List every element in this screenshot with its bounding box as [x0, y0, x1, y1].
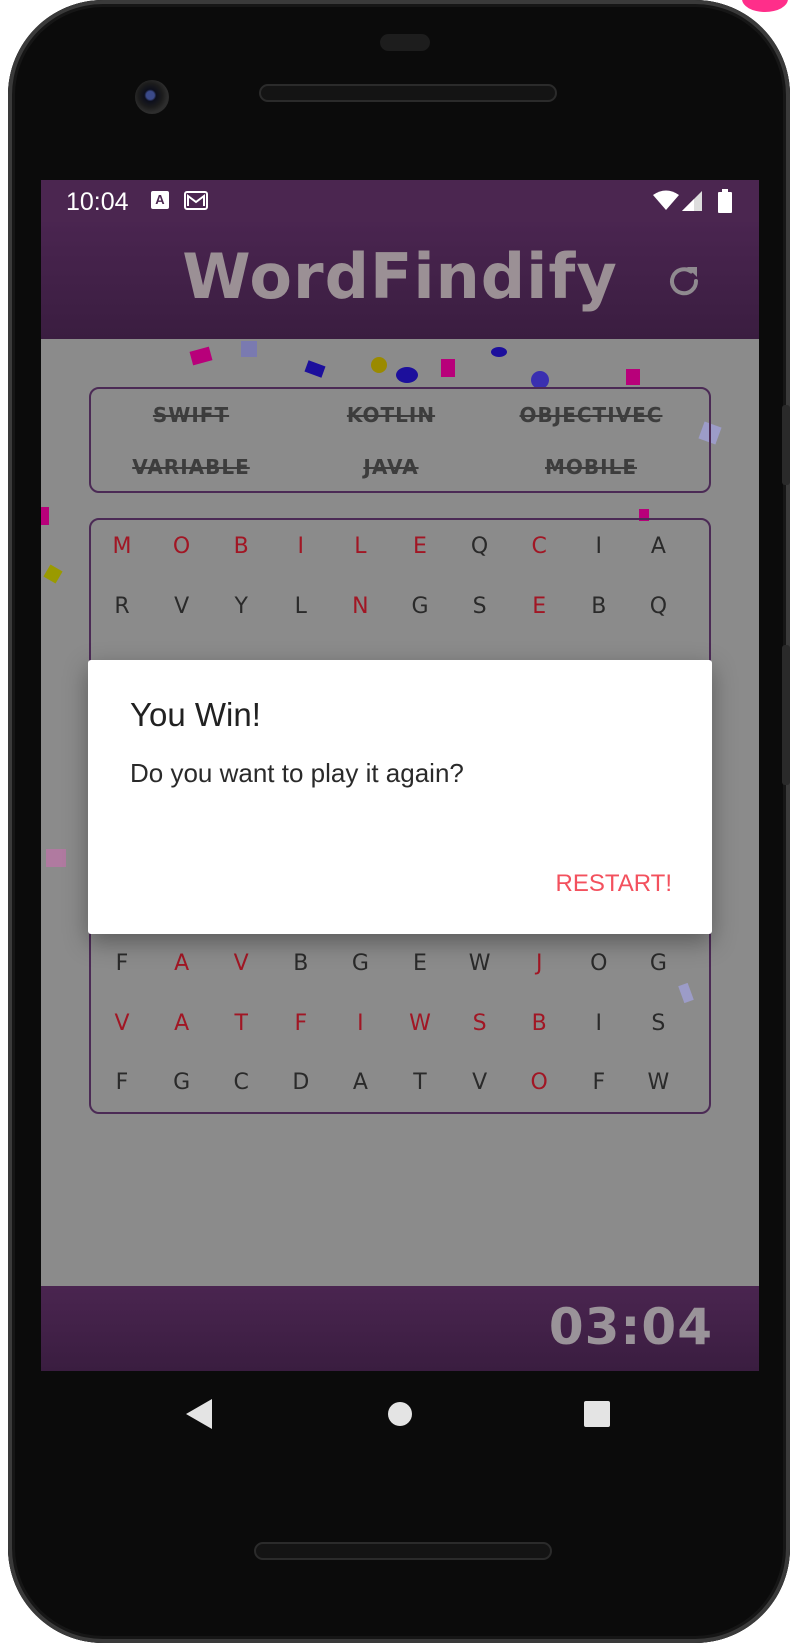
- word-item: VARIABLE: [132, 455, 250, 479]
- top-speaker: [259, 84, 557, 102]
- word-item: OBJECTIVEC: [519, 403, 663, 427]
- grid-cell[interactable]: Y: [210, 594, 272, 619]
- power-button: [782, 405, 790, 485]
- wifi-icon: [653, 190, 679, 215]
- grid-cell[interactable]: J: [508, 951, 570, 976]
- grid-cell[interactable]: E: [389, 534, 451, 559]
- grid-cell[interactable]: W: [627, 1070, 689, 1095]
- confetti: [491, 347, 507, 357]
- grid-cell[interactable]: O: [568, 951, 630, 976]
- confetti: [41, 507, 49, 525]
- refresh-icon[interactable]: [663, 260, 705, 302]
- grid-cell[interactable]: B: [508, 1011, 570, 1036]
- confetti: [46, 849, 66, 867]
- grid-cell[interactable]: S: [449, 594, 511, 619]
- grid-cell[interactable]: A: [151, 951, 213, 976]
- grid-cell[interactable]: T: [210, 1011, 272, 1036]
- grid-cell[interactable]: O: [151, 534, 213, 559]
- grid-cell[interactable]: G: [151, 1070, 213, 1095]
- status-bar: 10:04 A: [41, 180, 759, 222]
- grid-cell[interactable]: G: [329, 951, 391, 976]
- a-icon: A: [151, 191, 169, 209]
- grid-cell[interactable]: A: [627, 534, 689, 559]
- grid-cell[interactable]: T: [389, 1070, 451, 1095]
- bottom-speaker: [254, 1542, 552, 1560]
- grid-cell[interactable]: E: [389, 951, 451, 976]
- grid-cell[interactable]: S: [627, 1011, 689, 1036]
- restart-button[interactable]: RESTART!: [556, 870, 672, 898]
- grid-cell[interactable]: G: [627, 951, 689, 976]
- grid-cell[interactable]: F: [568, 1070, 630, 1095]
- grid-cell[interactable]: O: [508, 1070, 570, 1095]
- battery-icon: [718, 189, 732, 218]
- grid-cell[interactable]: A: [151, 1011, 213, 1036]
- grid-cell[interactable]: C: [210, 1070, 272, 1095]
- grid-cell[interactable]: F: [270, 1011, 332, 1036]
- grid-cell[interactable]: W: [389, 1011, 451, 1036]
- grid-cell[interactable]: G: [389, 594, 451, 619]
- word-item: JAVA: [363, 455, 419, 479]
- grid-cell[interactable]: I: [568, 534, 630, 559]
- recents-icon[interactable]: [584, 1401, 610, 1427]
- signal-icon: [682, 191, 702, 216]
- grid-cell[interactable]: V: [151, 594, 213, 619]
- grid-cell[interactable]: W: [449, 951, 511, 976]
- grid-cell[interactable]: F: [91, 1070, 153, 1095]
- grid-cell[interactable]: I: [270, 534, 332, 559]
- word-item: MOBILE: [545, 455, 637, 479]
- grid-cell[interactable]: V: [91, 1011, 153, 1036]
- grid-cell[interactable]: L: [270, 594, 332, 619]
- front-camera: [135, 80, 169, 114]
- timer: 03:04: [548, 1298, 713, 1356]
- confetti: [241, 341, 257, 357]
- gmail-icon: [184, 191, 208, 215]
- grid-cell[interactable]: S: [449, 1011, 511, 1036]
- dialog-message: Do you want to play it again?: [130, 758, 464, 788]
- app-bar: WordFindify: [41, 222, 759, 339]
- dialog-title: You Win!: [130, 696, 261, 733]
- grid-cell[interactable]: B: [270, 951, 332, 976]
- grid-cell[interactable]: Q: [449, 534, 511, 559]
- pink-decoration: [742, 0, 788, 12]
- grid-cell[interactable]: V: [449, 1070, 511, 1095]
- confetti: [371, 357, 387, 373]
- confetti: [626, 369, 640, 385]
- confetti: [396, 367, 418, 383]
- word-item: SWIFT: [152, 403, 230, 427]
- grid-cell[interactable]: N: [329, 594, 391, 619]
- grid-cell[interactable]: R: [91, 594, 153, 619]
- confetti: [189, 346, 213, 366]
- grid-cell[interactable]: I: [568, 1011, 630, 1036]
- grid-cell[interactable]: E: [508, 594, 570, 619]
- grid-cell[interactable]: I: [329, 1011, 391, 1036]
- word-list: SWIFT KOTLIN OBJECTIVEC VARIABLE JAVA MO…: [89, 387, 711, 493]
- win-dialog: You Win! Do you want to play it again? R…: [88, 660, 712, 934]
- bottom-bar: 03:04: [41, 1286, 759, 1371]
- status-time: 10:04: [66, 188, 129, 216]
- confetti: [441, 359, 455, 377]
- grid-cell[interactable]: B: [568, 594, 630, 619]
- grid-cell[interactable]: V: [210, 951, 272, 976]
- grid-cell[interactable]: F: [91, 951, 153, 976]
- home-icon[interactable]: [388, 1402, 412, 1426]
- word-item: KOTLIN: [346, 403, 436, 427]
- grid-cell[interactable]: M: [91, 534, 153, 559]
- back-icon[interactable]: [186, 1399, 212, 1429]
- grid-cell[interactable]: C: [508, 534, 570, 559]
- navigation-bar: [41, 1371, 759, 1456]
- grid-cell[interactable]: Q: [627, 594, 689, 619]
- confetti: [43, 564, 63, 584]
- grid-cell[interactable]: A: [329, 1070, 391, 1095]
- earpiece: [380, 34, 430, 51]
- grid-cell[interactable]: L: [329, 534, 391, 559]
- grid-cell[interactable]: D: [270, 1070, 332, 1095]
- volume-button: [782, 645, 790, 785]
- grid-cell[interactable]: B: [210, 534, 272, 559]
- confetti: [304, 360, 326, 378]
- app-title: WordFindify: [182, 240, 618, 313]
